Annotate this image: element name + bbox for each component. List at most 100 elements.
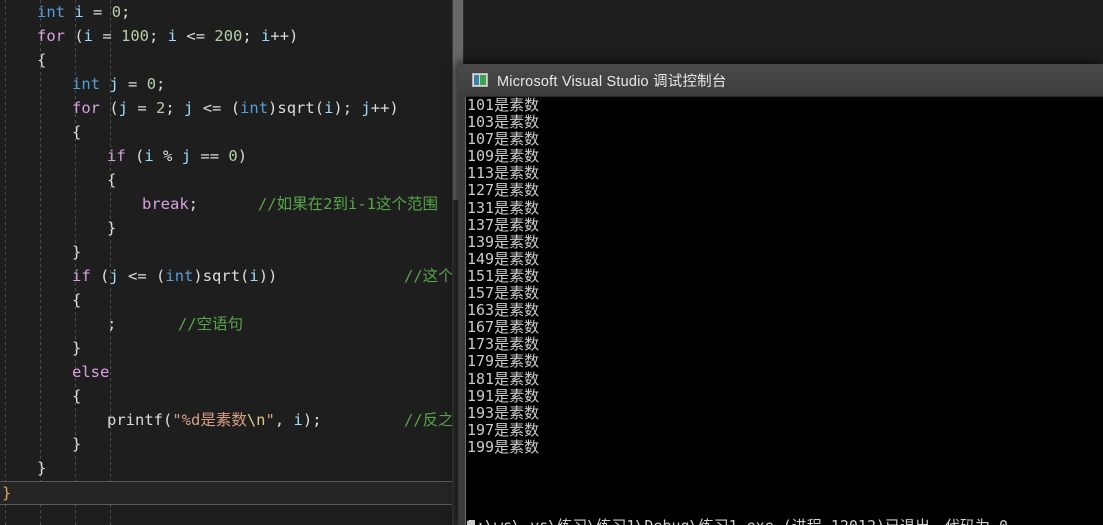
code-token: i bbox=[324, 99, 334, 117]
code-token: j bbox=[181, 147, 192, 165]
code-line[interactable]: int i = 0; bbox=[0, 0, 456, 24]
code-token: ; bbox=[121, 3, 131, 21]
code-line-text: int i = 0; bbox=[37, 0, 130, 24]
code-line[interactable]: printf("%d是素数\n", i); //反之 bbox=[0, 408, 456, 432]
code-token: i bbox=[249, 267, 259, 285]
code-token: } bbox=[72, 243, 82, 261]
code-line-text: printf("%d是素数\n", i); bbox=[107, 408, 322, 432]
code-token: ( bbox=[90, 267, 110, 285]
code-line[interactable]: ; //空语句 bbox=[0, 312, 456, 336]
code-line[interactable]: { bbox=[0, 120, 456, 144]
code-line-text: { bbox=[37, 48, 46, 72]
code-line[interactable]: } bbox=[0, 432, 456, 456]
code-line[interactable]: } bbox=[0, 456, 456, 480]
code-token: ; bbox=[107, 315, 117, 333]
console-output-line: 191是素数 bbox=[467, 386, 540, 405]
code-token: break bbox=[142, 195, 189, 213]
closing-brace: } bbox=[2, 484, 12, 502]
console-output-line: 157是素数 bbox=[467, 284, 540, 303]
code-token: j bbox=[109, 267, 119, 285]
console-output-line: 109是素数 bbox=[467, 147, 540, 166]
code-line-text: } bbox=[72, 336, 81, 360]
code-token: ( bbox=[125, 147, 145, 165]
console-output-line: 179是素数 bbox=[467, 352, 540, 371]
code-token: int bbox=[37, 3, 65, 21]
code-token: { bbox=[72, 387, 82, 405]
code-line[interactable]: { bbox=[0, 48, 456, 72]
code-token: { bbox=[72, 123, 82, 141]
code-line[interactable]: { bbox=[0, 384, 456, 408]
code-token: ( bbox=[163, 411, 173, 429]
code-line-text: } bbox=[107, 216, 116, 240]
code-token: <= ( bbox=[118, 267, 166, 285]
code-text-surface[interactable]: int i = 0; for (i = 100; i <= 200; i++){i… bbox=[0, 0, 456, 525]
code-line[interactable]: } bbox=[0, 240, 456, 264]
code-token: int bbox=[72, 75, 100, 93]
console-output-line: 173是素数 bbox=[467, 335, 540, 354]
console-output-line: 181是素数 bbox=[467, 369, 540, 388]
code-token: ++) bbox=[270, 27, 299, 45]
code-line[interactable]: } bbox=[0, 336, 456, 360]
code-token: 200 bbox=[214, 27, 243, 45]
code-comment: //空语句 bbox=[178, 315, 244, 333]
code-token: i bbox=[83, 27, 94, 45]
code-line[interactable]: if (i % j == 0) bbox=[0, 144, 456, 168]
console-output-line: 107是素数 bbox=[467, 130, 540, 149]
code-token: for bbox=[37, 27, 65, 45]
console-window-title: Microsoft Visual Studio 调试控制台 bbox=[497, 73, 727, 90]
code-line[interactable]: int j = 0; bbox=[0, 72, 456, 96]
code-token: ( bbox=[100, 99, 119, 117]
code-token: i bbox=[74, 3, 84, 21]
code-line[interactable]: else bbox=[0, 360, 456, 384]
code-comment: //这个 bbox=[404, 267, 454, 285]
code-line[interactable]: break; //如果在2到i-1这个范围 bbox=[0, 192, 456, 216]
console-output-line: 139是素数 bbox=[467, 232, 540, 251]
code-token: = bbox=[93, 27, 122, 45]
code-line[interactable]: } bbox=[0, 216, 456, 240]
code-token: if bbox=[107, 147, 126, 165]
code-line-text: else bbox=[72, 360, 109, 384]
code-token: ); bbox=[302, 411, 322, 429]
code-lines[interactable]: int i = 0; for (i = 100; i <= 200; i++){i… bbox=[0, 0, 456, 504]
code-token: i bbox=[144, 147, 154, 165]
code-token: ; bbox=[165, 99, 185, 117]
code-token: , bbox=[274, 411, 294, 429]
code-token: \n bbox=[246, 411, 266, 429]
console-output-line: 193是素数 bbox=[467, 403, 540, 422]
code-token: 0 bbox=[228, 147, 238, 165]
current-line-highlight[interactable]: } bbox=[0, 481, 456, 505]
console-output-line: 151是素数 bbox=[467, 266, 540, 285]
code-line[interactable]: if (j <= (int)sqrt(i))//这个 bbox=[0, 264, 456, 288]
code-token: j bbox=[109, 75, 119, 93]
console-output-lines: 101是素数 103是素数 107是素数 109是素数 113是素数 127是素数 131是… bbox=[467, 97, 1103, 456]
console-output-line: 197是素数 bbox=[467, 420, 540, 439]
console-output-area[interactable]: 101是素数 103是素数 107是素数 109是素数 113是素数 127是素数 131是… bbox=[465, 96, 1103, 525]
code-token: ( bbox=[314, 99, 325, 117]
code-token: % bbox=[153, 147, 182, 165]
code-token: else bbox=[72, 363, 110, 381]
console-output-line: 127是素数 bbox=[467, 181, 540, 200]
console-output-line: 149是素数 bbox=[467, 249, 540, 268]
code-token: = bbox=[118, 75, 147, 93]
code-token: i bbox=[167, 27, 178, 45]
code-line-text: } bbox=[72, 240, 81, 264]
code-token: ; bbox=[149, 27, 168, 45]
debug-console-window[interactable]: Microsoft Visual Studio 调试控制台 101是素数 103是… bbox=[458, 64, 1103, 525]
console-output-line: 199是素数 bbox=[467, 437, 540, 456]
code-token: )) bbox=[258, 267, 278, 285]
code-line[interactable]: for (j = 2; j <= (int)sqrt(i); j++) bbox=[0, 96, 456, 120]
console-titlebar[interactable]: Microsoft Visual Studio 调试控制台 bbox=[458, 64, 1103, 96]
code-line[interactable]: { bbox=[0, 168, 456, 192]
console-output-line: 131是素数 bbox=[467, 198, 540, 217]
code-token: == bbox=[191, 147, 229, 165]
code-line[interactable]: { bbox=[0, 288, 456, 312]
code-token: j bbox=[184, 99, 194, 117]
code-token: ) bbox=[237, 147, 248, 165]
code-token: 100 bbox=[121, 27, 150, 45]
code-token: int bbox=[165, 267, 194, 285]
code-line-text: if (i % j == 0) bbox=[107, 144, 247, 168]
code-line[interactable]: for (i = 100; i <= 200; i++) bbox=[0, 24, 456, 48]
code-line-text: { bbox=[72, 288, 81, 312]
